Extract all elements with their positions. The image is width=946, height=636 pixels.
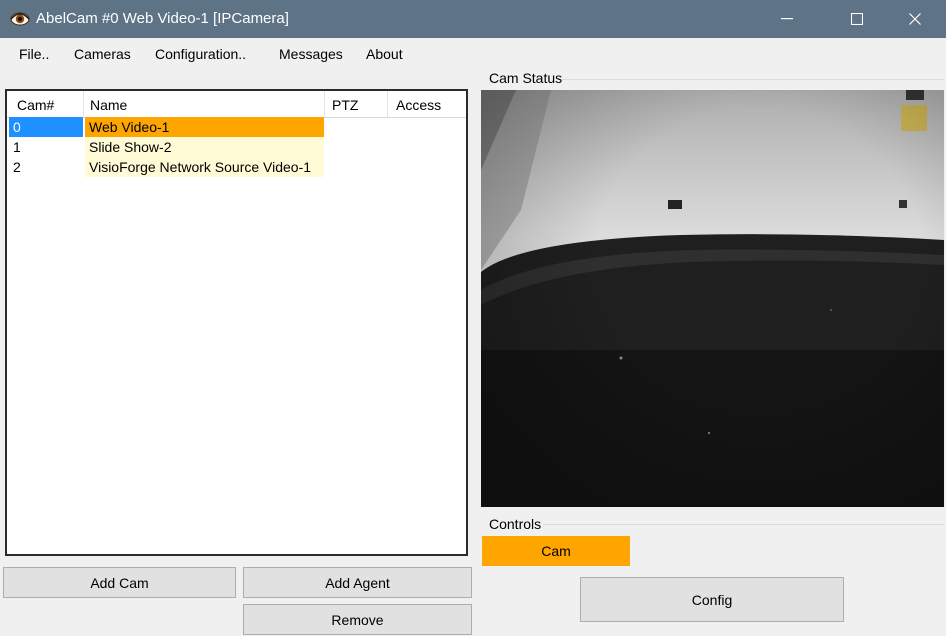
- camera-id: 2: [13, 159, 21, 175]
- camera-name: VisioForge Network Source Video-1: [85, 157, 324, 177]
- camera-id: 1: [13, 139, 21, 155]
- title-bar: AbelCam #0 Web Video-1 [IPCamera]: [0, 0, 946, 38]
- menu-about[interactable]: About: [366, 46, 403, 62]
- column-name[interactable]: Name: [90, 97, 127, 113]
- menu-file[interactable]: File..: [19, 46, 49, 62]
- add-cam-button[interactable]: Add Cam: [3, 567, 236, 598]
- camera-row[interactable]: 2 VisioForge Network Source Video-1: [7, 157, 466, 177]
- cam-button[interactable]: Cam: [482, 536, 630, 566]
- camera-id: 0: [9, 117, 83, 137]
- add-agent-button[interactable]: Add Agent: [243, 567, 472, 598]
- column-separator[interactable]: [83, 91, 84, 117]
- camera-row[interactable]: 0 Web Video-1: [7, 117, 466, 137]
- menu-configuration[interactable]: Configuration..: [155, 46, 246, 62]
- menu-messages[interactable]: Messages: [279, 46, 343, 62]
- camera-name: Slide Show-2: [85, 137, 324, 157]
- camera-list[interactable]: Cam# Name PTZ Access 0 Web Video-1 1 Sli…: [5, 89, 468, 556]
- minimize-button[interactable]: [764, 0, 810, 38]
- cam-status-label: Cam Status: [489, 70, 563, 86]
- column-cam-number[interactable]: Cam#: [17, 97, 54, 113]
- eye-icon: [10, 9, 30, 29]
- minimize-icon: [781, 18, 793, 20]
- camera-name: Web Video-1: [85, 117, 324, 137]
- group-divider: [543, 524, 944, 525]
- column-ptz[interactable]: PTZ: [332, 97, 358, 113]
- column-separator[interactable]: [324, 91, 325, 117]
- close-icon: [909, 13, 921, 25]
- maximize-button[interactable]: [834, 0, 880, 38]
- remove-button[interactable]: Remove: [243, 604, 472, 635]
- maximize-icon: [851, 13, 863, 25]
- menu-cameras[interactable]: Cameras: [74, 46, 131, 62]
- column-access[interactable]: Access: [396, 97, 441, 113]
- close-button[interactable]: [892, 0, 938, 38]
- controls-label: Controls: [489, 516, 542, 532]
- menu-bar: File.. Cameras Configuration.. Messages …: [0, 38, 946, 70]
- column-separator[interactable]: [387, 91, 388, 117]
- window-title: AbelCam #0 Web Video-1 [IPCamera]: [36, 10, 289, 27]
- group-divider: [562, 79, 944, 80]
- camera-list-header: Cam# Name PTZ Access: [7, 91, 466, 118]
- camera-preview: [481, 90, 944, 507]
- camera-row[interactable]: 1 Slide Show-2: [7, 137, 466, 157]
- config-button[interactable]: Config: [580, 577, 844, 622]
